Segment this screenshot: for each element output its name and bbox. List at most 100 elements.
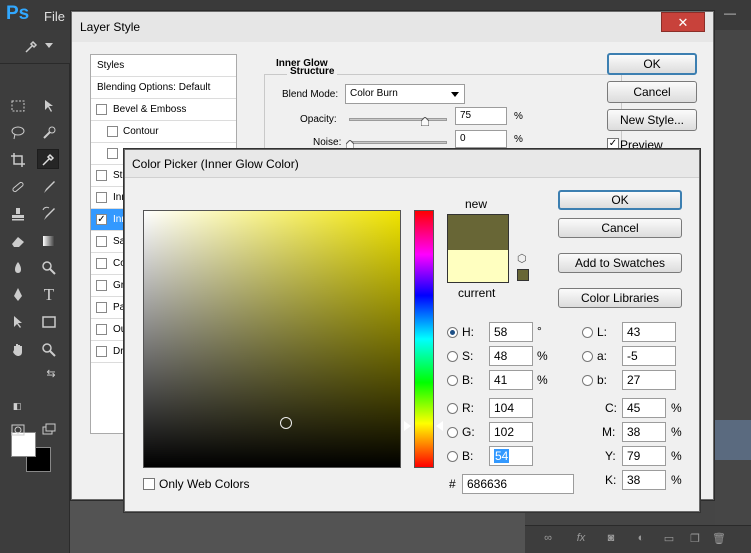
minimize-icon[interactable]: — xyxy=(724,6,736,20)
blue-radio[interactable] xyxy=(447,451,458,462)
ok-button[interactable]: OK xyxy=(558,190,682,210)
lab-b-radio[interactable] xyxy=(582,375,593,386)
new-style-button[interactable]: New Style... xyxy=(607,109,697,131)
cancel-button[interactable]: Cancel xyxy=(558,218,682,238)
lab-l-radio[interactable] xyxy=(582,327,593,338)
crop-tool-icon[interactable] xyxy=(7,150,29,170)
styles-header[interactable]: Styles xyxy=(91,55,236,77)
eyedropper-tool-icon[interactable] xyxy=(37,149,59,169)
file-menu[interactable]: File xyxy=(44,9,65,24)
ok-button[interactable]: OK xyxy=(607,53,697,75)
hue-slider-right-arrow[interactable] xyxy=(436,421,443,431)
hue-input[interactable]: 58 xyxy=(489,322,533,342)
hue-slider[interactable] xyxy=(414,210,434,468)
magenta-input[interactable]: 38 xyxy=(622,422,666,442)
lasso-tool-icon[interactable] xyxy=(7,123,29,143)
current-color-swatch[interactable] xyxy=(447,250,509,283)
checkbox[interactable] xyxy=(107,148,118,159)
opacity-slider-handle[interactable] xyxy=(421,117,429,126)
style-bevel-emboss[interactable]: Bevel & Emboss xyxy=(91,99,236,121)
checkbox[interactable] xyxy=(96,324,107,335)
green-input[interactable]: 102 xyxy=(489,422,533,442)
saturation-radio[interactable] xyxy=(447,351,458,362)
clone-stamp-icon[interactable] xyxy=(7,204,29,224)
brightness-radio[interactable] xyxy=(447,375,458,386)
quick-selection-icon[interactable] xyxy=(38,123,60,143)
web-safe-swatch[interactable] xyxy=(517,269,529,281)
default-colors-icon[interactable]: ◧ xyxy=(6,396,28,416)
lab-b-input[interactable]: 27 xyxy=(622,370,676,390)
pen-tool-icon[interactable] xyxy=(7,285,29,305)
hex-input[interactable]: 686636 xyxy=(462,474,574,494)
color-field-cursor[interactable] xyxy=(280,417,292,429)
layer-style-titlebar[interactable]: Layer Style ✕ xyxy=(72,12,713,42)
blue-input[interactable]: 54 xyxy=(489,446,533,466)
checkbox[interactable] xyxy=(96,236,107,247)
opacity-slider[interactable] xyxy=(349,117,447,126)
trash-icon[interactable]: 🗑 xyxy=(711,532,727,548)
checkbox[interactable] xyxy=(96,302,107,313)
opacity-input[interactable]: 75 xyxy=(455,107,507,125)
out-of-gamut-cube-icon[interactable]: ⬡ xyxy=(517,253,529,265)
add-to-swatches-button[interactable]: Add to Swatches xyxy=(558,253,682,273)
type-tool-icon[interactable]: T xyxy=(38,285,60,305)
checkbox[interactable] xyxy=(96,170,107,181)
brush-tool-icon[interactable] xyxy=(38,177,60,197)
checkbox[interactable] xyxy=(96,346,107,357)
lab-a-input[interactable]: -5 xyxy=(622,346,676,366)
saturation-input[interactable]: 48 xyxy=(489,346,533,366)
group-icon[interactable]: ▭ xyxy=(661,532,677,548)
color-picker-titlebar[interactable]: Color Picker (Inner Glow Color) xyxy=(125,150,699,178)
eyedropper-preset-icon[interactable] xyxy=(20,37,42,57)
blend-mode-select[interactable]: Color Burn xyxy=(345,84,465,104)
checkbox-checked[interactable]: ✓ xyxy=(96,214,107,225)
brightness-input[interactable]: 41 xyxy=(489,370,533,390)
marquee-tool-icon[interactable] xyxy=(7,96,29,116)
yellow-input[interactable]: 79 xyxy=(622,446,666,466)
link-layers-icon[interactable]: ∞ xyxy=(540,532,556,548)
dropdown-arrow-icon[interactable] xyxy=(45,43,53,48)
new-layer-icon[interactable]: ❐ xyxy=(687,532,703,548)
checkbox[interactable] xyxy=(96,104,107,115)
path-selection-icon[interactable] xyxy=(7,312,29,332)
noise-slider[interactable] xyxy=(346,140,447,149)
hue-slider-left-arrow[interactable] xyxy=(404,421,411,431)
layer-style-icon[interactable]: fx xyxy=(573,532,589,548)
red-input[interactable]: 104 xyxy=(489,398,533,418)
lab-l-input[interactable]: 43 xyxy=(622,322,676,342)
noise-slider-handle[interactable] xyxy=(346,140,354,149)
move-tool-icon[interactable] xyxy=(38,96,60,116)
checkbox[interactable] xyxy=(96,192,107,203)
hue-radio[interactable] xyxy=(447,327,458,338)
checkbox[interactable] xyxy=(107,126,118,137)
rectangle-tool-icon[interactable] xyxy=(38,312,60,332)
dodge-tool-icon[interactable] xyxy=(38,258,60,278)
green-radio[interactable] xyxy=(447,427,458,438)
layer-mask-icon[interactable]: ◙ xyxy=(603,532,619,548)
checkbox[interactable] xyxy=(96,258,107,269)
quick-mask-icon[interactable] xyxy=(7,420,29,440)
hand-tool-icon[interactable] xyxy=(7,340,29,360)
adjustment-layer-icon[interactable]: ◐ xyxy=(633,532,649,548)
black-input[interactable]: 38 xyxy=(622,470,666,490)
only-web-colors-checkbox[interactable] xyxy=(143,478,155,490)
cyan-input[interactable]: 45 xyxy=(622,398,666,418)
swap-colors-icon[interactable]: ⇆ xyxy=(40,364,62,384)
eraser-tool-icon[interactable] xyxy=(7,231,29,251)
lab-a-radio[interactable] xyxy=(582,351,593,362)
cancel-button[interactable]: Cancel xyxy=(607,81,697,103)
color-libraries-button[interactable]: Color Libraries xyxy=(558,288,682,308)
red-radio[interactable] xyxy=(447,403,458,414)
history-brush-icon[interactable] xyxy=(38,204,60,224)
zoom-tool-icon[interactable] xyxy=(38,340,60,360)
style-contour[interactable]: Contour xyxy=(91,121,236,143)
checkbox[interactable] xyxy=(96,280,107,291)
screen-mode-icon[interactable] xyxy=(38,420,60,440)
gradient-tool-icon[interactable] xyxy=(38,231,60,251)
blending-options[interactable]: Blending Options: Default xyxy=(91,77,236,99)
noise-input[interactable]: 0 xyxy=(455,130,507,148)
healing-brush-icon[interactable] xyxy=(7,177,29,197)
color-field[interactable] xyxy=(143,210,401,468)
blur-tool-icon[interactable] xyxy=(7,258,29,278)
close-button[interactable]: ✕ xyxy=(661,12,705,32)
